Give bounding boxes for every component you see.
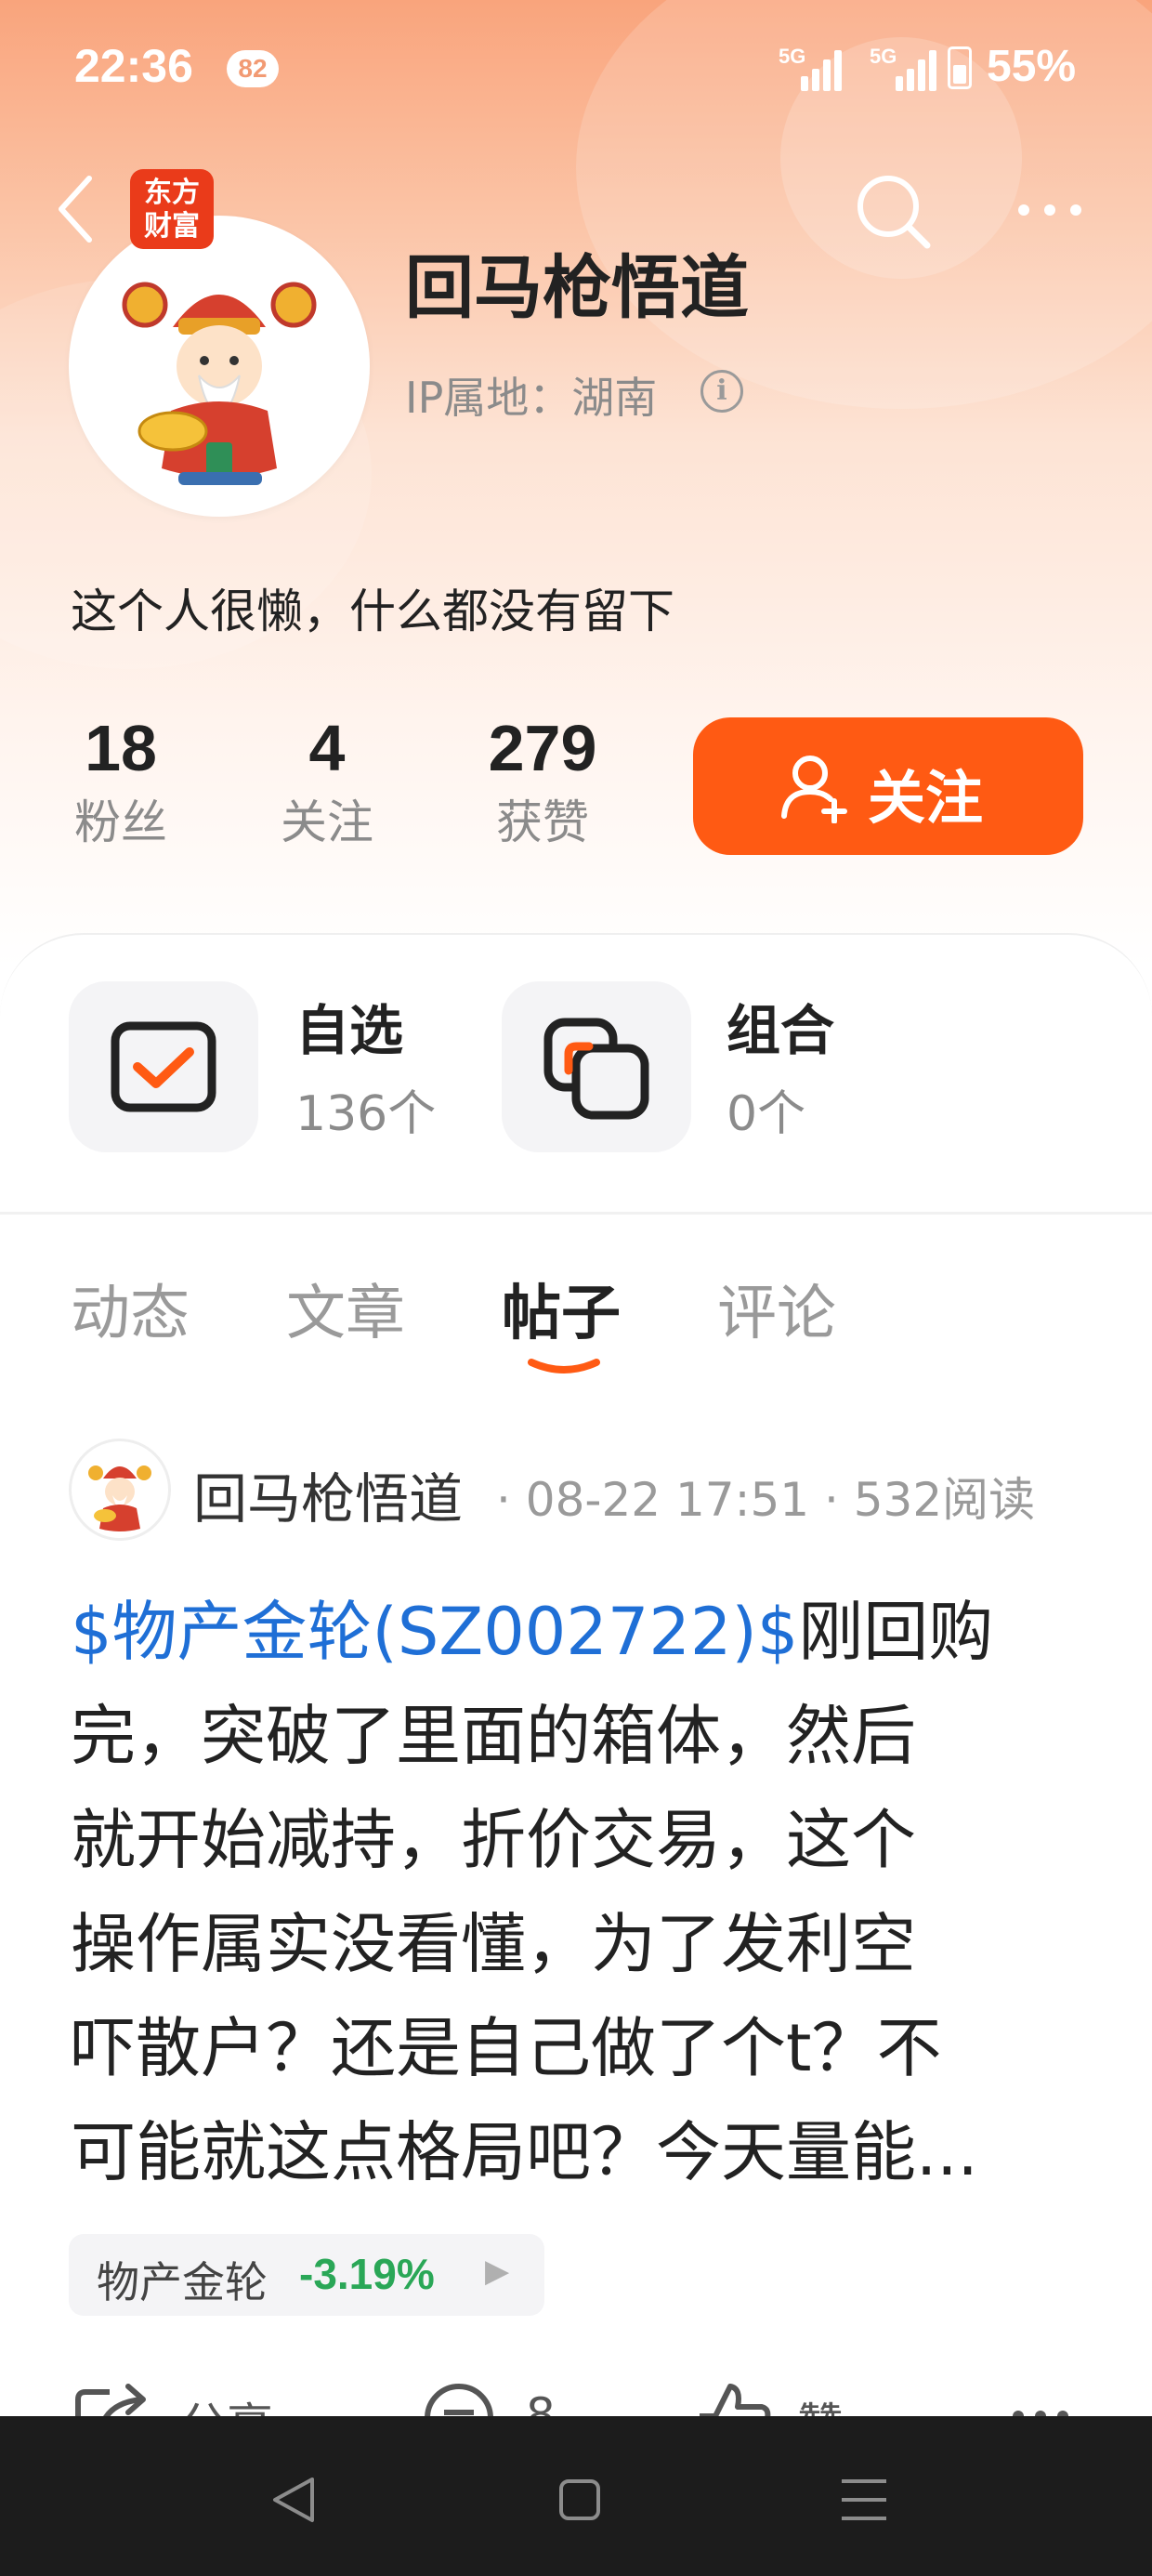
portfolio-tile[interactable] — [502, 981, 691, 1152]
search-icon — [857, 176, 931, 249]
battery-icon — [948, 46, 972, 89]
stock-mention-link[interactable]: $物产金轮(SZ002722)$ — [71, 1594, 798, 1670]
tab-posts[interactable]: 帖子 — [502, 1266, 621, 1351]
stock-chip-name: 物产金轮 — [97, 2257, 268, 2307]
share-button[interactable]: 分享 — [72, 2379, 295, 2416]
post-content[interactable]: $物产金轮(SZ002722)$刚回购 完，突破了里面的箱体，然后 就开始减持，… — [71, 1580, 1093, 2204]
app-logo-text: 东方 — [144, 177, 200, 209]
menu-lines-icon[interactable] — [827, 2463, 901, 2537]
like-button[interactable]: 赞 — [693, 2379, 870, 2416]
search-button[interactable] — [851, 169, 935, 253]
post-line: 完，突破了里面的箱体，然后 — [71, 1698, 916, 1774]
stock-chip[interactable]: 物产金轮 -3.19% ▶ — [69, 2234, 544, 2316]
battery-percent: 55% — [987, 42, 1077, 91]
signal-icon: 5G — [779, 45, 844, 95]
portfolio-title[interactable]: 组合 — [727, 987, 834, 1065]
post-more-button[interactable] — [1003, 2379, 1087, 2416]
add-user-icon — [781, 756, 847, 823]
triangle-back-icon[interactable] — [258, 2463, 333, 2537]
stat-followers[interactable]: 18 粉丝 — [69, 706, 173, 855]
more-dots-icon — [1018, 204, 1081, 216]
tools-card: 自选 136个 组合 0个 — [0, 933, 1152, 1212]
profile-username: 回马枪悟道 — [405, 248, 749, 328]
stat-likes[interactable]: 279 获赞 — [478, 706, 608, 855]
comment-count: 8 — [526, 2388, 556, 2416]
active-tab-indicator — [528, 1359, 600, 1373]
app-logo: 东方 财富 — [130, 169, 214, 249]
share-label: 分享 — [180, 2388, 273, 2416]
status-bar: 22:36 82 5G 5G 55% — [0, 0, 1152, 139]
signal-label: 5G — [779, 45, 806, 68]
notification-badge: 82 — [227, 50, 279, 87]
post-text: 刚回购 — [798, 1594, 994, 1670]
god-of-wealth-avatar-icon — [88, 1465, 151, 1531]
signal-label: 5G — [870, 45, 897, 68]
stat-number: 279 — [488, 712, 597, 784]
follow-button[interactable]: 关注 — [693, 717, 1083, 855]
ip-location: IP属地：湖南 — [405, 373, 658, 423]
tab-activity[interactable]: 动态 — [71, 1266, 190, 1351]
post-line: 吓散户？还是自己做了个t？不 — [71, 2010, 942, 2086]
square-home-icon[interactable] — [543, 2463, 617, 2537]
play-arrow-icon: ▶ — [485, 2253, 510, 2290]
stat-label: 获赞 — [496, 795, 589, 849]
avatar[interactable] — [69, 216, 370, 517]
post-meta: · 08-22 17:51 · 532阅读 — [496, 1473, 1036, 1527]
more-button[interactable] — [1013, 182, 1087, 238]
stat-number: 4 — [308, 712, 346, 784]
post-line: 就开始减持，折价交易，这个 — [71, 1802, 916, 1878]
info-icon[interactable]: i — [700, 370, 743, 413]
thumbs-up-icon — [700, 2384, 771, 2416]
post-line: $物产金轮(SZ002722)$刚回购 — [71, 1580, 1093, 1684]
watchlist-check-icon — [111, 1021, 216, 1112]
stat-following[interactable]: 4 关注 — [275, 706, 379, 855]
stat-label: 粉丝 — [74, 795, 167, 849]
like-label: 赞 — [797, 2388, 844, 2416]
watchlist-tile[interactable] — [69, 981, 258, 1152]
watchlist-count: 136个 — [295, 1086, 437, 1142]
post-line: 可能就这点格局吧？今天量能... — [71, 2114, 978, 2190]
post-line: 操作属实没看懂，为了发利空 — [71, 1906, 916, 1982]
portfolio-icon — [543, 1018, 649, 1120]
stat-number: 18 — [85, 712, 157, 784]
comment-button[interactable]: 8 — [422, 2379, 570, 2416]
tab-articles[interactable]: 文章 — [286, 1266, 405, 1351]
post-author-name[interactable]: 回马枪悟道 — [193, 1455, 463, 1533]
comment-icon — [425, 2384, 493, 2416]
system-navigation-bar — [0, 2416, 1152, 2576]
share-icon — [75, 2384, 146, 2416]
more-dots-icon — [1013, 2411, 1068, 2416]
watchlist-title[interactable]: 自选 — [295, 987, 403, 1065]
portfolio-count: 0个 — [727, 1086, 806, 1142]
tab-comments[interactable]: 评论 — [717, 1266, 836, 1351]
god-of-wealth-avatar-icon — [122, 282, 317, 485]
status-time: 22:36 — [74, 40, 193, 92]
follow-label: 关注 — [868, 764, 984, 832]
profile-bio: 这个人很懒，什么都没有留下 — [71, 585, 674, 638]
app-logo-text: 财富 — [144, 210, 200, 243]
stat-label: 关注 — [281, 795, 373, 849]
section-divider — [0, 1212, 1152, 1215]
signal-icon: 5G — [862, 45, 936, 95]
post-author-avatar[interactable] — [69, 1439, 171, 1541]
stock-chip-change: -3.19% — [299, 2250, 435, 2298]
